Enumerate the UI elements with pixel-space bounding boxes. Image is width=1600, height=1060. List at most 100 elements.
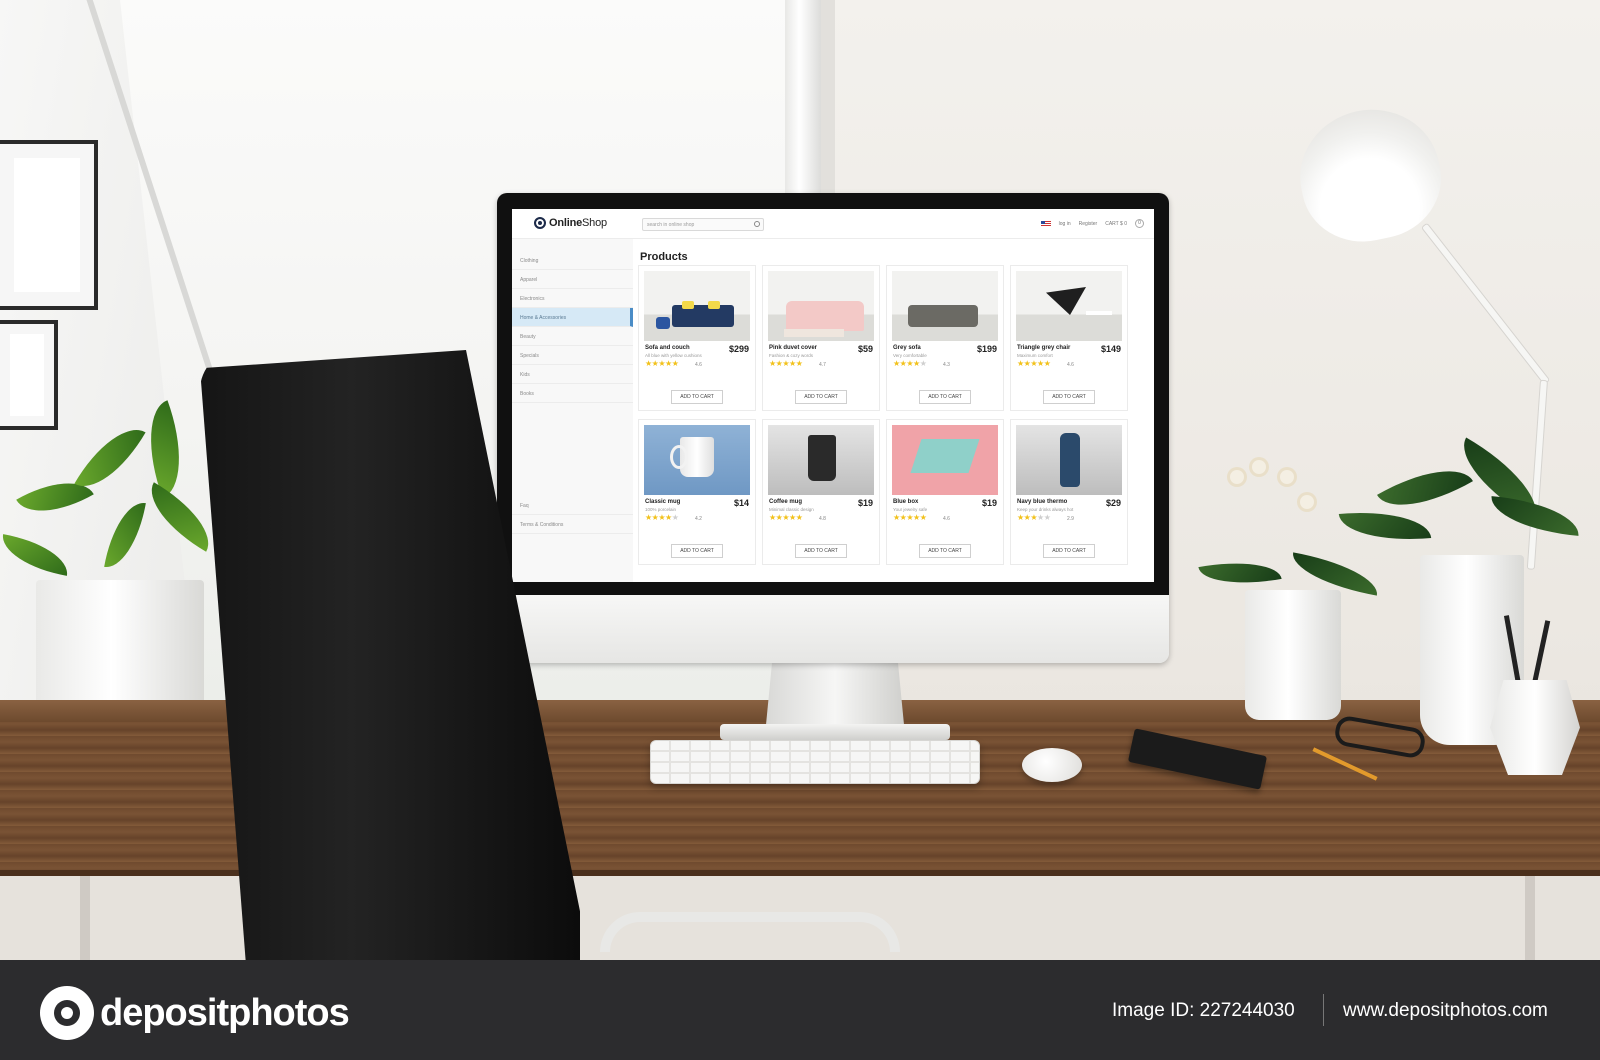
product-card[interactable]: Navy blue thermo $29 Keep your drinks al… — [1010, 419, 1128, 565]
product-description: Minimal classic design — [769, 507, 814, 512]
star-icon: ★ — [1043, 359, 1051, 368]
logo-bold-text: Online — [549, 217, 583, 229]
rating-value: 4.8 — [819, 516, 826, 522]
logo-icon — [534, 217, 546, 229]
sidebar-item-terms[interactable]: Terms & Conditions — [512, 515, 633, 534]
rating-value: 4.7 — [819, 362, 826, 368]
wall-frame-small — [0, 320, 58, 430]
rating-value: 2.9 — [1067, 516, 1074, 522]
product-price: $19 — [857, 498, 873, 508]
product-description: Your jewelry safe — [893, 507, 928, 512]
desk-leg — [80, 876, 90, 960]
product-card[interactable]: Pink duvet cover $59 Fashion & cozy word… — [762, 265, 880, 411]
product-name[interactable]: Coffee mug — [769, 499, 802, 505]
monitor: OnlineShop search in online shop log in … — [497, 193, 1169, 663]
product-card[interactable]: Classic mug $14 100% porcelain ★★★★★ 4.2… — [638, 419, 756, 565]
sidebar-item-apparel[interactable]: Apparel — [512, 270, 633, 289]
sidebar-item-electronics[interactable]: Electronics — [512, 289, 633, 308]
star-icon: ★ — [658, 359, 666, 368]
product-card[interactable]: Triangle grey chair $149 Maximum comfort… — [1010, 265, 1128, 411]
star-icon: ★ — [645, 513, 652, 522]
register-link[interactable]: Register — [1079, 221, 1098, 227]
product-card[interactable]: Coffee mug $19 Minimal classic design ★★… — [762, 419, 880, 565]
login-link[interactable]: log in — [1059, 221, 1071, 227]
desk-leg — [1525, 876, 1535, 960]
product-image[interactable] — [644, 271, 750, 341]
sidebar-item-kids[interactable]: Kids — [512, 365, 633, 384]
product-price: $299 — [728, 344, 749, 354]
star-icon: ★ — [919, 359, 927, 368]
star-icon: ★ — [789, 359, 796, 368]
star-icon: ★ — [893, 513, 900, 522]
monitor-chin — [497, 595, 1169, 663]
product-name[interactable]: Classic mug — [645, 499, 680, 505]
sidebar-item-faq[interactable]: Faq — [512, 496, 633, 515]
product-image[interactable] — [892, 271, 998, 341]
shop-logo[interactable]: OnlineShop — [534, 217, 607, 229]
star-rating: ★★★★★ — [769, 513, 803, 522]
sofa-icon — [672, 301, 734, 327]
us-flag-icon[interactable] — [1040, 220, 1051, 227]
product-price: $29 — [1105, 498, 1121, 508]
product-image[interactable] — [1016, 271, 1122, 341]
star-rating: ★★★★★ — [645, 513, 679, 522]
search-icon[interactable] — [754, 221, 760, 227]
divider — [1323, 994, 1324, 1026]
product-card[interactable]: Grey sofa $199 Very comfortable ★★★★★ 4.… — [886, 265, 1004, 411]
lamp-arm — [1420, 222, 1551, 386]
product-image[interactable] — [644, 425, 750, 495]
camera-icon — [40, 986, 94, 1040]
product-image[interactable] — [768, 271, 874, 341]
product-image[interactable] — [1016, 425, 1122, 495]
product-image[interactable] — [768, 425, 874, 495]
box-icon — [910, 439, 980, 473]
add-to-cart-button[interactable]: ADD TO CART — [919, 544, 971, 558]
add-to-cart-button[interactable]: ADD TO CART — [795, 544, 847, 558]
flower — [1230, 470, 1244, 484]
search-input[interactable]: search in online shop — [642, 218, 764, 231]
mouse — [1022, 748, 1082, 782]
rating-value: 4.6 — [1067, 362, 1074, 368]
add-to-cart-button[interactable]: ADD TO CART — [919, 390, 971, 404]
lamp-arm-lower — [1526, 379, 1548, 570]
cart-count-badge[interactable]: 0 — [1135, 219, 1144, 228]
star-rating: ★★★★★ — [645, 359, 679, 368]
star-icon: ★ — [782, 359, 790, 368]
flower — [1300, 495, 1314, 509]
rug-icon — [784, 329, 844, 337]
page-title: Products — [640, 251, 688, 263]
star-icon: ★ — [795, 359, 803, 368]
product-description: Maximum comfort — [1017, 353, 1053, 358]
sidebar-item-beauty[interactable]: Beauty — [512, 327, 633, 346]
add-to-cart-button[interactable]: ADD TO CART — [671, 544, 723, 558]
add-to-cart-button[interactable]: ADD TO CART — [795, 390, 847, 404]
star-icon: ★ — [671, 359, 679, 368]
sidebar-item-clothing[interactable]: Clothing — [512, 251, 633, 270]
site-url[interactable]: www.depositphotos.com — [1343, 1000, 1548, 1022]
product-image[interactable] — [892, 425, 998, 495]
keyboard — [650, 740, 980, 784]
product-name[interactable]: Blue box — [893, 499, 918, 505]
flower — [1252, 460, 1266, 474]
product-name[interactable]: Navy blue thermo — [1017, 499, 1067, 505]
logo-light-text: Shop — [582, 217, 607, 229]
star-icon: ★ — [1043, 513, 1051, 522]
product-name[interactable]: Pink duvet cover — [769, 345, 817, 351]
sidebar-item-books[interactable]: Books — [512, 384, 633, 403]
sidebar-item-home-accessories[interactable]: Home & Accessories — [512, 308, 633, 327]
star-icon: ★ — [665, 513, 672, 522]
pouf-icon — [656, 317, 670, 329]
brand-text: depositphotos — [100, 991, 350, 1034]
sidebar-item-specials[interactable]: Specials — [512, 346, 633, 365]
product-card[interactable]: Blue box $19 Your jewelry safe ★★★★★ 4.6… — [886, 419, 1004, 565]
add-to-cart-button[interactable]: ADD TO CART — [671, 390, 723, 404]
product-name[interactable]: Grey sofa — [893, 345, 921, 351]
monitor-stand-base — [720, 724, 950, 740]
product-card[interactable]: Sofa and couch $299 All blue with yellow… — [638, 265, 756, 411]
cart-link[interactable]: CART $ 0 — [1105, 221, 1127, 227]
add-to-cart-button[interactable]: ADD TO CART — [1043, 390, 1095, 404]
add-to-cart-button[interactable]: ADD TO CART — [1043, 544, 1095, 558]
product-name[interactable]: Sofa and couch — [645, 345, 690, 351]
star-icon: ★ — [1037, 513, 1044, 522]
product-name[interactable]: Triangle grey chair — [1017, 345, 1070, 351]
